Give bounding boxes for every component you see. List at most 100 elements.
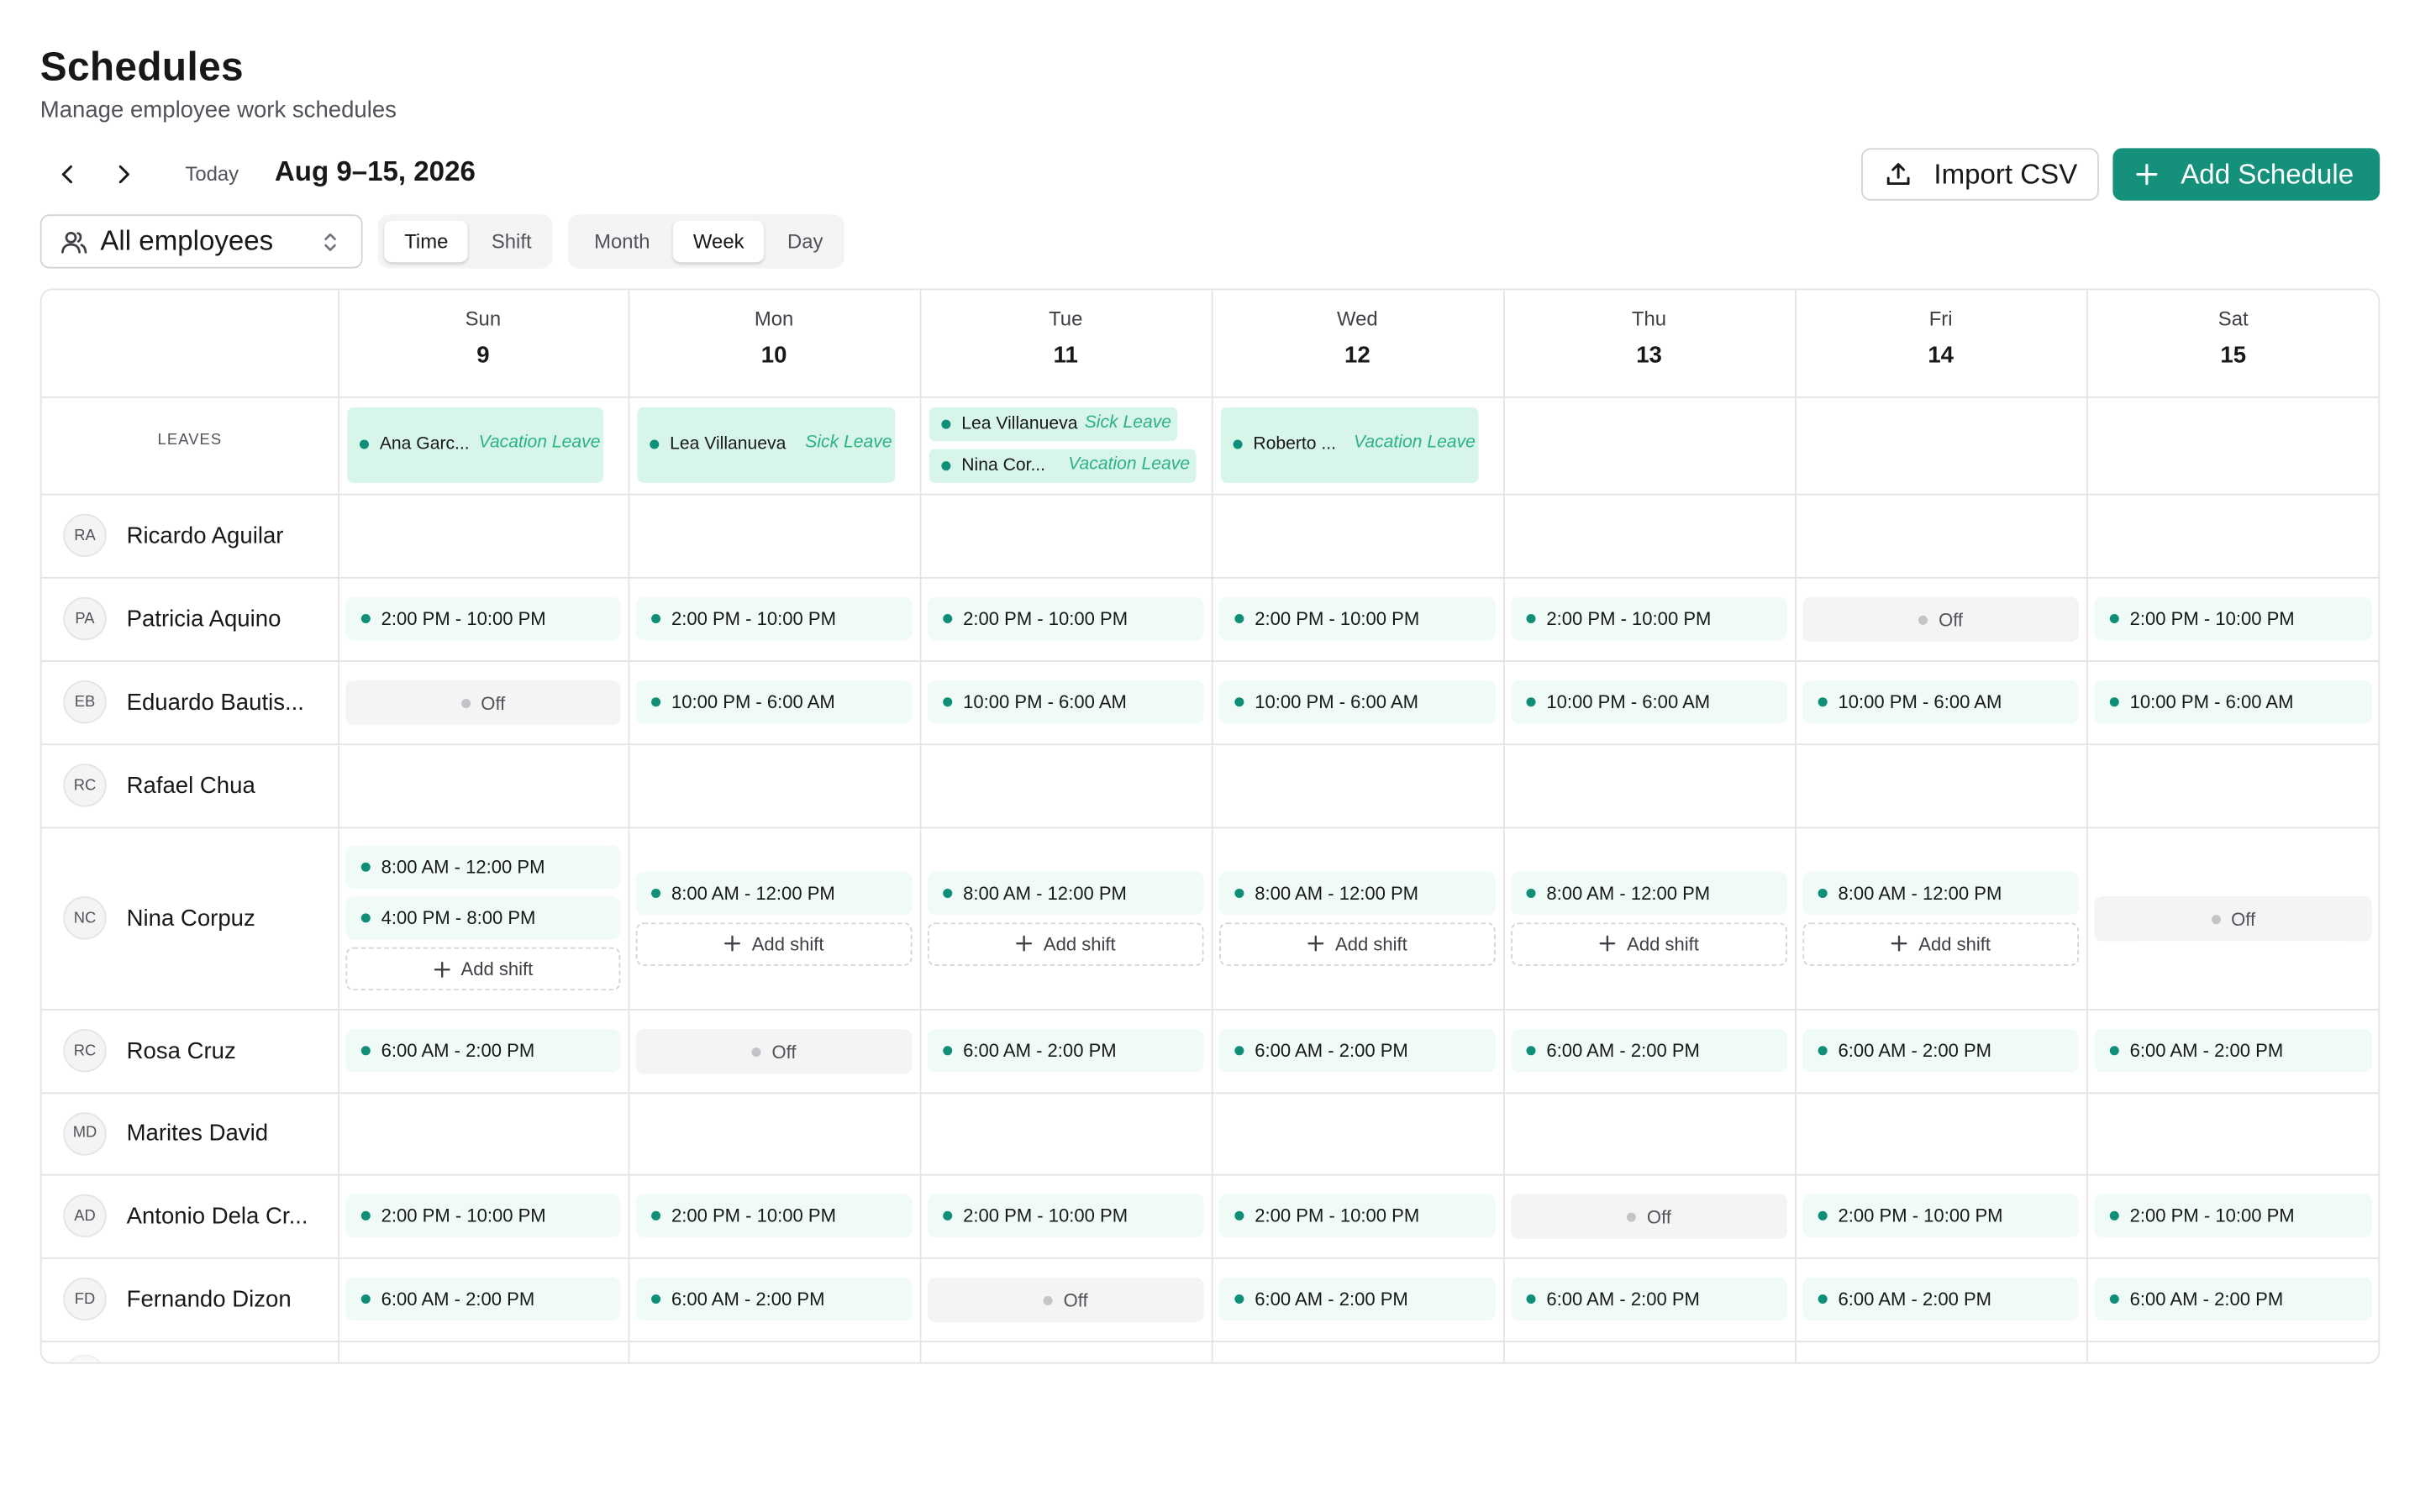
- view-mode-option-shift[interactable]: Shift: [471, 221, 552, 263]
- leave-entry[interactable]: Lea Villanueva Sick Leave: [929, 407, 1178, 442]
- shift-time: 2:00 PM - 10:00 PM: [671, 607, 836, 630]
- add-schedule-button[interactable]: Add Schedule: [2112, 148, 2381, 201]
- import-csv-button[interactable]: Import CSV: [1861, 148, 2099, 201]
- period-option-week[interactable]: Week: [673, 220, 765, 263]
- shift-pill[interactable]: 2:00 PM - 10:00 PM: [1511, 596, 1787, 641]
- shift-pill[interactable]: 10:00 PM - 6:00 AM: [2094, 680, 2373, 724]
- off-marker[interactable]: Off: [2094, 896, 2373, 942]
- avatar: RC: [63, 1029, 107, 1073]
- avatar: RC: [63, 764, 107, 807]
- shift-pill[interactable]: 6:00 AM - 2:00 PM: [345, 1029, 621, 1073]
- chevron-up-down-icon: [324, 233, 336, 251]
- off-marker[interactable]: Off: [635, 1029, 913, 1074]
- shift-pill[interactable]: 2:00 PM - 10:00 PM: [2094, 596, 2373, 641]
- employee-row-header[interactable]: RC Rosa Cruz: [63, 1029, 236, 1073]
- employee-row-header[interactable]: RA Ricardo Aguilar: [63, 513, 283, 558]
- employee-row-header[interactable]: AD Antonio Dela Cr...: [63, 1194, 308, 1238]
- add-shift-button[interactable]: Add shift: [1511, 921, 1787, 965]
- shift-dot: [1818, 697, 1828, 707]
- leave-dot: [941, 419, 951, 429]
- shift-pill[interactable]: 6:00 AM - 2:00 PM: [1511, 1277, 1787, 1321]
- shift-pill[interactable]: 8:00 AM - 12:00 PM: [1218, 870, 1496, 915]
- employee-name: Eduardo Bautis...: [126, 689, 304, 716]
- day-number: 11: [1053, 342, 1078, 369]
- employee-row-header[interactable]: EB Eduardo Bautis...: [63, 680, 304, 724]
- employee-row-header[interactable]: RC Rafael Chua: [63, 764, 255, 807]
- add-shift-button[interactable]: Add shift: [635, 921, 913, 965]
- shift-pill[interactable]: 2:00 PM - 10:00 PM: [1218, 1194, 1496, 1238]
- leave-employee-name: Lea Villanueva: [961, 415, 1078, 434]
- view-mode-option-time[interactable]: Time: [384, 220, 469, 263]
- shift-dot: [1818, 1046, 1828, 1056]
- employee-row-header[interactable]: NC Nina Corpuz: [63, 896, 255, 940]
- day-name: Thu: [1631, 307, 1667, 331]
- shift-dot: [1526, 614, 1536, 624]
- shift-pill[interactable]: 2:00 PM - 10:00 PM: [635, 1194, 913, 1238]
- employee-row-header[interactable]: PA Patricia Aquino: [63, 596, 281, 641]
- employee-row-header[interactable]: MD Marites David: [63, 1111, 268, 1155]
- shift-pill[interactable]: 6:00 AM - 2:00 PM: [1511, 1029, 1787, 1073]
- shift-pill[interactable]: 6:00 AM - 2:00 PM: [345, 1277, 621, 1321]
- shift-pill[interactable]: 10:00 PM - 6:00 AM: [927, 680, 1204, 724]
- add-shift-button[interactable]: Add shift: [927, 921, 1204, 965]
- add-shift-button[interactable]: Add shift: [345, 947, 621, 991]
- shift-pill[interactable]: 6:00 AM - 2:00 PM: [1802, 1277, 2080, 1321]
- shift-pill[interactable]: 8:00 AM - 12:00 PM: [1511, 870, 1787, 915]
- period-option-day[interactable]: Day: [767, 221, 843, 263]
- shift-pill[interactable]: 8:00 AM - 12:00 PM: [1802, 870, 2080, 915]
- shift-pill[interactable]: 2:00 PM - 10:00 PM: [927, 596, 1204, 641]
- add-schedule-label: Add Schedule: [2181, 158, 2354, 189]
- shift-pill[interactable]: 2:00 PM - 10:00 PM: [927, 1194, 1204, 1238]
- shift-pill[interactable]: 8:00 AM - 12:00 PM: [927, 870, 1204, 915]
- next-week-button[interactable]: [105, 156, 142, 193]
- period-option-month[interactable]: Month: [574, 221, 670, 263]
- shift-pill[interactable]: 2:00 PM - 10:00 PM: [1802, 1194, 2080, 1238]
- off-marker[interactable]: Off: [1802, 596, 2080, 643]
- shift-pill[interactable]: 6:00 AM - 2:00 PM: [635, 1277, 913, 1321]
- shift-pill[interactable]: 8:00 AM - 12:00 PM: [345, 845, 621, 889]
- shift-pill[interactable]: 10:00 PM - 6:00 AM: [1802, 680, 2080, 724]
- add-shift-button[interactable]: Add shift: [1218, 921, 1496, 965]
- shift-pill[interactable]: 2:00 PM - 10:00 PM: [2094, 1194, 2373, 1238]
- shift-pill[interactable]: 2:00 PM - 10:00 PM: [345, 1194, 621, 1238]
- shift-dot: [1234, 614, 1244, 624]
- shift-pill[interactable]: 10:00 PM - 6:00 AM: [1218, 680, 1496, 724]
- shift-dot: [360, 1210, 371, 1221]
- leave-entry[interactable]: Roberto ... Vacation Leave: [1220, 407, 1479, 483]
- users-icon: [61, 231, 87, 253]
- shift-dot: [360, 1294, 371, 1305]
- shift-pill[interactable]: 2:00 PM - 10:00 PM: [635, 596, 913, 641]
- leave-dot: [1233, 439, 1243, 449]
- shift-time: 10:00 PM - 6:00 AM: [963, 690, 1127, 713]
- shift-pill[interactable]: 10:00 PM - 6:00 AM: [635, 680, 913, 724]
- off-marker[interactable]: Off: [1511, 1194, 1787, 1239]
- shift-pill[interactable]: 10:00 PM - 6:00 AM: [1511, 680, 1787, 724]
- avatar: AD: [63, 1194, 107, 1238]
- shift-time: 6:00 AM - 2:00 PM: [1546, 1288, 1700, 1310]
- leave-entry[interactable]: Ana Garc... Vacation Leave: [347, 407, 604, 483]
- shift-dot: [651, 1294, 661, 1305]
- shift-pill[interactable]: 6:00 AM - 2:00 PM: [1802, 1029, 2080, 1073]
- shift-pill[interactable]: 4:00 PM - 8:00 PM: [345, 896, 621, 940]
- leave-entry[interactable]: Nina Cor... Vacation Leave: [929, 449, 1197, 483]
- leave-employee-name: Roberto ...: [1253, 434, 1337, 454]
- shift-pill[interactable]: 6:00 AM - 2:00 PM: [2094, 1277, 2373, 1321]
- shift-dot: [1234, 888, 1244, 898]
- shift-pill[interactable]: 6:00 AM - 2:00 PM: [2094, 1029, 2373, 1073]
- prev-week-button[interactable]: [50, 156, 87, 193]
- employee-filter-select[interactable]: All employees: [39, 214, 363, 269]
- today-button[interactable]: Today: [173, 160, 251, 186]
- off-marker[interactable]: Off: [345, 680, 621, 726]
- shift-pill[interactable]: 6:00 AM - 2:00 PM: [927, 1029, 1204, 1073]
- employee-row-header[interactable]: FD Fernando Dizon: [63, 1277, 292, 1321]
- shift-pill[interactable]: 6:00 AM - 2:00 PM: [1218, 1029, 1496, 1073]
- off-marker[interactable]: Off: [927, 1277, 1204, 1323]
- shift-pill[interactable]: 6:00 AM - 2:00 PM: [1218, 1277, 1496, 1321]
- shift-pill[interactable]: 2:00 PM - 10:00 PM: [1218, 596, 1496, 641]
- shift-pill[interactable]: 2:00 PM - 10:00 PM: [345, 596, 621, 641]
- shift-pill[interactable]: 8:00 AM - 12:00 PM: [635, 870, 913, 915]
- row-divider: [41, 660, 2379, 662]
- off-dot: [1627, 1211, 1637, 1221]
- add-shift-button[interactable]: Add shift: [1802, 921, 2080, 965]
- leave-entry[interactable]: Lea Villanueva Sick Leave: [637, 407, 896, 483]
